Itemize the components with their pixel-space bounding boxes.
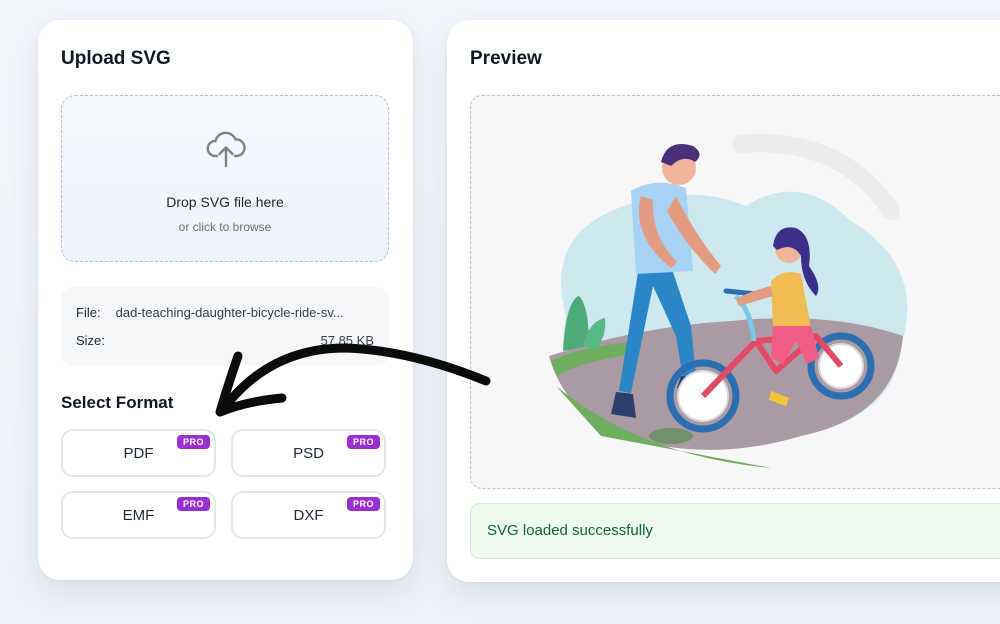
file-info-box: File: dad-teaching-daughter-bicycle-ride… (61, 287, 389, 365)
format-psd-label: PSD (293, 444, 324, 462)
pro-badge: PRO (346, 497, 380, 511)
format-pdf-button[interactable]: PDF PRO (61, 429, 216, 477)
format-dxf-button[interactable]: DXF PRO (231, 491, 386, 539)
dropzone-subtitle: or click to browse (178, 220, 272, 234)
dropzone-title: Drop SVG file here (166, 194, 284, 210)
file-row: File: dad-teaching-daughter-bicycle-ride… (76, 305, 374, 320)
size-row: Size: 57.85 KB (76, 333, 374, 348)
file-label: File: (76, 305, 101, 320)
status-message: SVG loaded successfully (470, 503, 1000, 559)
format-emf-button[interactable]: EMF PRO (61, 491, 216, 539)
size-value: 57.85 KB (320, 333, 375, 348)
file-name: dad-teaching-daughter-bicycle-ride-sv... (115, 305, 344, 320)
bicycle-illustration-image (549, 134, 908, 468)
format-pdf-label: PDF (123, 444, 154, 462)
pro-badge: PRO (346, 435, 380, 449)
status-text: SVG loaded successfully (487, 522, 653, 539)
format-psd-button[interactable]: PSD PRO (231, 429, 386, 477)
format-dxf-label: DXF (293, 506, 324, 524)
cloud-upload-icon (206, 131, 246, 168)
svg-dropzone[interactable]: Drop SVG file here or click to browse (61, 95, 389, 262)
upload-panel-title: Upload SVG (61, 48, 171, 69)
preview-canvas (470, 95, 1000, 489)
size-label: Size: (76, 333, 105, 348)
preview-panel: Preview SVG loaded successfully (447, 20, 1000, 582)
select-format-title: Select Format (61, 393, 174, 412)
format-emf-label: EMF (122, 506, 155, 524)
preview-panel-title: Preview (470, 48, 542, 69)
pro-badge: PRO (176, 435, 210, 449)
pro-badge: PRO (176, 497, 210, 511)
upload-panel: Upload SVG Drop SVG file here or click t… (38, 20, 413, 580)
